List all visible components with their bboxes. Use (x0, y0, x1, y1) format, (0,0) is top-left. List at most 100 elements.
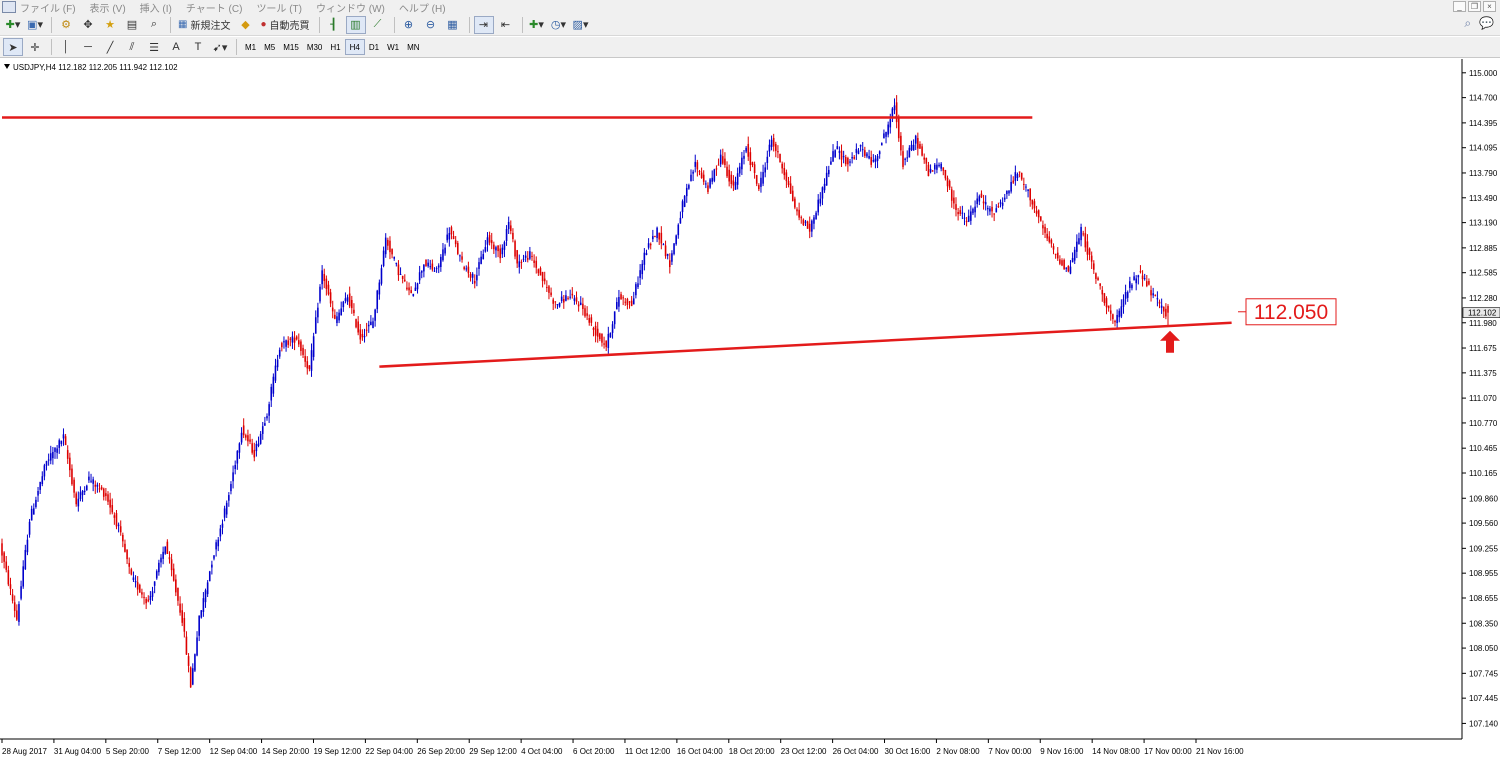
menu-view[interactable]: 表示 (V) (90, 0, 126, 15)
minimize-icon[interactable]: _ (1453, 1, 1466, 12)
candle-body (847, 157, 849, 165)
menu-window[interactable]: ウィンドウ (W) (316, 0, 385, 15)
chart-shift-icon[interactable]: ⇤ (496, 16, 516, 34)
candle-body (1122, 299, 1125, 307)
candle-body (225, 502, 228, 515)
new-order-button[interactable]: ▦ 新規注文 (175, 16, 233, 34)
timeframe-mn[interactable]: MN (403, 39, 423, 55)
candle-body (66, 450, 69, 459)
trendline-icon[interactable]: ╱ (100, 38, 120, 56)
candle-body (520, 261, 523, 263)
candle-body (908, 147, 911, 158)
candle-body (136, 582, 139, 590)
y-tick-label: 110.465 (1469, 444, 1498, 453)
timeframe-m15[interactable]: M15 (279, 39, 303, 55)
candle-body (864, 150, 866, 156)
timeframe-w1[interactable]: W1 (383, 39, 403, 55)
menu-help[interactable]: ヘルプ (H) (399, 0, 446, 15)
candle-body (571, 293, 574, 296)
text-label-icon[interactable]: T (188, 38, 208, 56)
candle-body (768, 144, 771, 152)
candle-body (855, 148, 858, 153)
templates-icon[interactable]: ▨ ▾ (571, 16, 591, 34)
candle-body (940, 163, 942, 169)
candle-body (730, 174, 733, 185)
candle-body (853, 156, 856, 159)
candle-body (622, 297, 624, 299)
y-tick-label: 115.000 (1469, 69, 1498, 78)
candle-body (558, 302, 561, 307)
bar-chart-icon[interactable]: ┨ (324, 16, 344, 34)
candle-body (1016, 174, 1019, 178)
candle-body (16, 610, 18, 620)
candle-body (927, 164, 930, 177)
new-chart-icon[interactable]: ✚ ▾ (3, 16, 23, 34)
text-icon[interactable]: A (166, 38, 186, 56)
menu-file[interactable]: ファイル (F) (20, 0, 76, 15)
market-watch-icon[interactable]: ⚙ (56, 16, 76, 34)
indicators-icon[interactable]: ✚ ▾ (527, 16, 547, 34)
channel-icon[interactable]: ⫽ (122, 38, 142, 56)
tester-icon[interactable]: ⌕ (144, 16, 164, 34)
auto-trade-button[interactable]: ● 自動売買 (257, 16, 312, 34)
chat-icon[interactable]: 💬 (1479, 16, 1494, 31)
candle-body (1056, 252, 1059, 259)
periods-icon[interactable]: ◷ ▾ (549, 16, 569, 34)
candle-body (995, 208, 998, 213)
arrows-icon[interactable]: ➹▾ (210, 38, 230, 56)
candle-body (325, 278, 328, 289)
candle-body (397, 264, 400, 276)
candle-body (613, 311, 616, 325)
timeframe-h4[interactable]: H4 (344, 39, 365, 55)
candle-body (1137, 275, 1140, 278)
metaeditor-icon[interactable]: ◆ (235, 16, 255, 34)
timeframe-h1[interactable]: H1 (326, 39, 344, 55)
vertical-line-icon[interactable]: │ (56, 38, 76, 56)
menu-insert[interactable]: 挿入 (I) (140, 0, 172, 15)
candlestick-icon[interactable]: ▥ (345, 15, 366, 34)
menu-chart[interactable]: チャート (C) (186, 0, 243, 15)
cursor-icon[interactable]: ➤ (3, 38, 23, 56)
menu-tools[interactable]: ツール (T) (256, 0, 302, 15)
price-chart[interactable]: USDJPY,H4 112.182 112.205 111.942 112.10… (0, 59, 1500, 760)
candle-body (709, 179, 711, 188)
candle-body (953, 197, 955, 204)
candle-body (603, 343, 605, 345)
candle-body (202, 598, 205, 612)
y-tick-label: 109.860 (1469, 494, 1498, 503)
candle-body (272, 376, 275, 394)
candle-body (425, 259, 427, 267)
candle-body (522, 258, 525, 260)
timeframe-m30[interactable]: M30 (303, 39, 327, 55)
search-icon[interactable]: ⌕ (1464, 16, 1471, 31)
zoom-out-icon[interactable]: ⊖ (421, 16, 441, 34)
candle-body (300, 341, 302, 351)
auto-scroll-icon[interactable]: ⇥ (473, 15, 494, 34)
timeframe-m5[interactable]: M5 (260, 39, 279, 55)
candle-body (874, 158, 877, 163)
profiles-icon[interactable]: ▣ ▾ (25, 16, 45, 34)
horizontal-line-icon[interactable]: ─ (78, 38, 98, 56)
candle-body (1086, 241, 1089, 255)
data-window-icon[interactable]: ✥ (78, 16, 98, 34)
candle-body (90, 480, 92, 482)
terminal-icon[interactable]: ▤ (122, 16, 142, 34)
candle-body (808, 223, 811, 232)
candle-body (819, 198, 822, 204)
fibonacci-icon[interactable]: ☰ (144, 38, 164, 56)
crosshair-icon[interactable]: ✛ (25, 38, 45, 56)
zoom-in-icon[interactable]: ⊕ (399, 16, 419, 34)
close-icon[interactable]: × (1483, 1, 1496, 12)
line-chart-icon[interactable]: ⟋ (368, 16, 388, 34)
candle-body (404, 279, 406, 282)
candle-body (11, 594, 14, 601)
candle-body (111, 505, 114, 513)
timeframe-m1[interactable]: M1 (241, 39, 260, 55)
restore-icon[interactable]: ❐ (1468, 1, 1481, 12)
navigator-icon[interactable]: ★ (100, 16, 120, 34)
candle-body (459, 255, 461, 257)
timeframe-d1[interactable]: D1 (365, 39, 383, 55)
y-tick-label: 107.140 (1469, 719, 1498, 728)
tile-windows-icon[interactable]: ▦ (443, 16, 463, 34)
candle-body (647, 243, 650, 248)
